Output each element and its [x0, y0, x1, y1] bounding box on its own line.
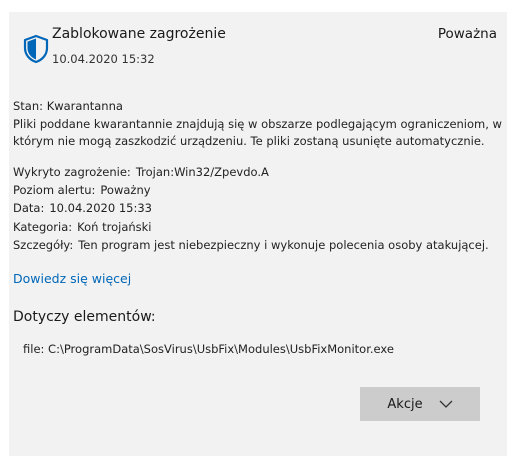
- severity-label: Poważna: [437, 26, 497, 42]
- actions-button[interactable]: Akcje: [360, 387, 480, 421]
- threat-title: Zablokowane zagrożenie: [52, 26, 226, 42]
- detail-row-category: Kategoria: Koń trojański: [13, 218, 503, 236]
- learn-more-link[interactable]: Dowiedz się więcej: [13, 271, 131, 286]
- detail-label: Poziom alertu:: [13, 183, 96, 198]
- status-line: Stan: Kwarantanna: [13, 98, 503, 116]
- detail-value: Trojan:Win32/Zpevdo.A: [135, 165, 269, 179]
- shield-icon: [23, 34, 49, 64]
- chevron-down-icon: [439, 400, 453, 408]
- status-section: Stan: Kwarantanna Pliki poddane kwaranta…: [13, 98, 503, 151]
- detail-value: 10.04.2020 15:33: [49, 201, 152, 216]
- status-description: Pliki poddane kwarantannie znajdują się …: [13, 116, 502, 149]
- threat-date: 10.04.2020 15:32: [52, 52, 155, 66]
- detail-value: Ten program jest niebezpieczny i wykonuj…: [78, 237, 489, 252]
- affected-items-heading: Dotyczy elementów:: [13, 309, 156, 325]
- detail-label: Kategoria:: [13, 219, 73, 234]
- detail-label: Szczegóły:: [13, 237, 74, 252]
- detail-value: Poważny: [100, 183, 151, 198]
- actions-button-label: Akcje: [387, 396, 423, 412]
- status-label: Stan:: [13, 99, 44, 113]
- status-value: Kwarantanna: [46, 99, 123, 113]
- detail-row-details: Szczegóły: Ten program jest niebezpieczny…: [13, 236, 503, 254]
- detail-row-threat: Wykryto zagrożenie: Trojan:Win32/Zpevdo.A: [13, 163, 503, 181]
- threat-details-list: Wykryto zagrożenie: Trojan:Win32/Zpevdo.A…: [13, 163, 503, 254]
- detail-row-alert-level: Poziom alertu: Poważny: [13, 181, 503, 199]
- detail-label: Data:: [13, 201, 45, 216]
- detail-value: Koń trojański: [77, 219, 152, 234]
- detail-label: Wykryto zagrożenie:: [13, 165, 131, 179]
- threat-details-panel: Zablokowane zagrożenie 10.04.2020 15:32 …: [9, 12, 507, 456]
- affected-file-path: file: C:\ProgramData\SosVirus\UsbFix\Mod…: [23, 342, 394, 356]
- detail-row-date: Data: 10.04.2020 15:33: [13, 199, 503, 217]
